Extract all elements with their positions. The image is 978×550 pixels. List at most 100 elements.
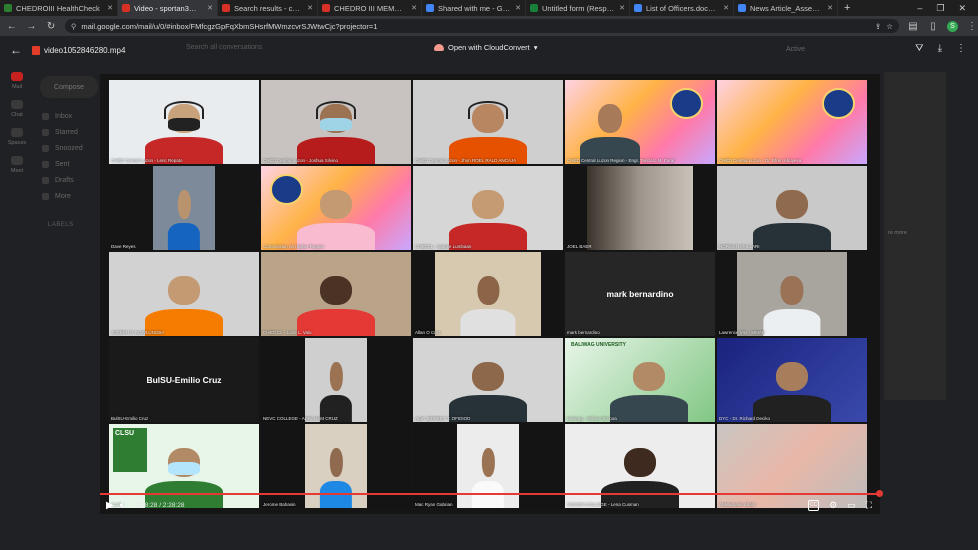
folder-sent[interactable]: Sent (42, 156, 83, 172)
gmail-favicon-icon (122, 4, 130, 12)
new-tab-icon[interactable]: + (838, 2, 856, 14)
url-text: mail.google.com/mail/u/0/#inbox/FMfcgzGp… (81, 21, 378, 31)
folder-drafts[interactable]: Drafts (42, 172, 83, 188)
participant-tile: CHEDCL - Katrice Lumbaan (413, 166, 563, 250)
play-icon[interactable]: ▶ (106, 500, 114, 511)
participant-tile: Jerome Bahasin (261, 424, 411, 508)
chat-nav[interactable]: Chat (0, 100, 34, 118)
close-tab-icon[interactable]: ✕ (107, 4, 113, 12)
reload-icon[interactable]: ↻ (45, 21, 57, 32)
close-tab-icon[interactable]: ✕ (411, 4, 417, 12)
browser-tab[interactable]: CHEDRO III MEMORAND✕ (318, 0, 422, 16)
participant-tile: Lawrence Vito - MMAP (717, 252, 867, 336)
folder-inbox[interactable]: Inbox (42, 108, 83, 124)
browser-toolbar: ← → ↻ ⚲ mail.google.com/mail/u/0/#inbox/… (0, 16, 978, 36)
search-input[interactable]: Search all conversations (186, 44, 416, 58)
fullscreen-icon[interactable]: ⛶ (866, 500, 872, 511)
email-side-panel: re more (884, 72, 946, 400)
download-icon[interactable]: ⤓ (938, 43, 942, 54)
close-tab-icon[interactable]: ✕ (207, 4, 213, 12)
meet-nav[interactable]: Meet (0, 156, 34, 174)
site-info-icon[interactable]: ⚲ (71, 22, 77, 31)
participant-tile: CHED CL - Lorie L. Valo (261, 252, 411, 336)
spaces-icon (11, 128, 23, 137)
viewer-top-bar: ← video1052846280.mp4 Search all convers… (0, 36, 978, 64)
close-tab-icon[interactable]: ✕ (619, 4, 625, 12)
close-window-icon[interactable]: ✕ (958, 3, 966, 14)
clsu-logo: CLSU (113, 428, 147, 472)
gmail-favicon-icon (322, 4, 330, 12)
time-display: 2:28:28 / 2:28:28 (135, 501, 185, 509)
more-icon[interactable]: ⋮ (966, 21, 978, 32)
volume-icon[interactable]: 🔈︎ (120, 500, 126, 511)
restore-icon[interactable]: ❐ (936, 3, 944, 14)
browser-tab-active[interactable]: Video - sportan3@ched.g✕ (118, 0, 218, 16)
participant-tile: CHED Central Luzon - Jhon ROEL RALD ANCA… (413, 80, 563, 164)
extensions-icon[interactable]: ▤ (907, 21, 919, 32)
healthcheck-favicon-icon (4, 4, 12, 12)
folder-snoozed[interactable]: Snoozed (42, 140, 83, 156)
close-viewer-back-icon[interactable]: ← (10, 43, 24, 57)
participant-tile: BulSU-Emilio Cruz BulSU-Emilio Cruz (109, 338, 259, 422)
profile-avatar[interactable]: S (947, 20, 958, 32)
chevron-down-icon (42, 192, 49, 200)
folder-starred[interactable]: Starred (42, 124, 83, 140)
participant-tile: Mac Ryan Gabrian (413, 424, 563, 508)
mail-nav[interactable]: Mail (0, 72, 34, 90)
docs-favicon-icon (738, 4, 746, 12)
close-tab-icon[interactable]: ✕ (723, 4, 729, 12)
participant-tile: DYC - Dr. Richard Deciko (717, 338, 867, 422)
browser-tab[interactable]: List of Officers.docx - Go✕ (630, 0, 734, 16)
forward-arrow-icon[interactable]: → (26, 21, 38, 32)
settings-icon[interactable]: ⚙ (829, 500, 837, 511)
compose-button[interactable]: Compose (40, 76, 98, 98)
participant-tile: CHED Central Luzon - Joshua Silvino (261, 80, 411, 164)
participant-name-display: BulSU-Emilio Cruz (146, 374, 222, 385)
back-arrow-icon[interactable]: ← (6, 21, 18, 32)
draft-icon (42, 176, 49, 184)
browser-tab[interactable]: Search results - chedro3c✕ (218, 0, 318, 16)
more-icon[interactable]: ⋮ (956, 43, 966, 54)
browser-tab[interactable]: Untitled form (Responses✕ (526, 0, 630, 16)
miniplayer-icon[interactable]: ▭ (847, 500, 856, 511)
browser-tab[interactable]: CHEDROIII HealthCheck ✕ (0, 0, 118, 16)
participant-tile: CLSU CLSU (109, 424, 259, 508)
participant-tile: NORMAN MALLARI (717, 166, 867, 250)
player-controls: ▶ 🔈︎ 2:28:28 / 2:28:28 CC ⚙ ▭ ⛶ (100, 497, 880, 513)
clock-icon (42, 144, 49, 152)
address-bar[interactable]: ⚲ mail.google.com/mail/u/0/#inbox/FMfcgz… (64, 19, 899, 33)
participant-tile: NEVC COLLEGE - ABRAHAM CRUZ (261, 338, 411, 422)
minimize-icon[interactable]: – (917, 3, 922, 14)
video-progress-bar[interactable] (100, 490, 883, 497)
docs-favicon-icon (634, 4, 642, 12)
browser-tab[interactable]: News Article_Assembly.d✕ (734, 0, 838, 16)
open-with-button[interactable]: Open with CloudConvert ▾ (434, 43, 537, 52)
spaces-nav[interactable]: Spaces (0, 128, 34, 146)
close-tab-icon[interactable]: ✕ (515, 4, 521, 12)
browser-tab[interactable]: Shared with me - Google✕ (422, 0, 526, 16)
participant-tile: mark bernardino mark bernardino (565, 252, 715, 336)
share-icon[interactable]: ⇪ (875, 22, 881, 31)
participant-tile: VICSON COLLEGE - Lena Cusman (565, 424, 715, 508)
participant-tile: BALIWAG UNIVERSITY Baliwag - William Emb… (565, 338, 715, 422)
folder-more[interactable]: More (42, 188, 83, 204)
participant-tile: Dave Reyes (109, 166, 259, 250)
send-icon (42, 160, 49, 168)
gmail-favicon-icon (222, 4, 230, 12)
participant-tile: JOEL BAER (565, 166, 715, 250)
university-logo-text: BALIWAG UNIVERSITY (571, 342, 627, 348)
status-text: Active (786, 46, 806, 53)
star-icon[interactable]: ☆ (886, 22, 893, 31)
add-to-drive-icon[interactable]: ⛛ (915, 43, 923, 54)
sheets-favicon-icon (530, 4, 538, 12)
video-player[interactable]: CHED Central Luzon - Lenc Repato CHED Ce… (100, 74, 880, 514)
captions-icon[interactable]: CC (807, 499, 820, 511)
labels-heading: LABELS (48, 222, 74, 228)
tab-strip: CHEDROIII HealthCheck ✕ Video - sportan3@… (0, 0, 978, 16)
player-controls-right: CC ⚙ ▭ ⛶ (807, 499, 872, 511)
close-tab-icon[interactable]: ✕ (307, 4, 313, 12)
participant-tile: ALIF JEFFREY T. OFIDIOD (413, 338, 563, 422)
close-tab-icon[interactable]: ✕ (827, 4, 833, 12)
progress-scrubber-handle[interactable] (876, 490, 883, 497)
side-panel-icon[interactable]: ▯ (927, 21, 939, 32)
